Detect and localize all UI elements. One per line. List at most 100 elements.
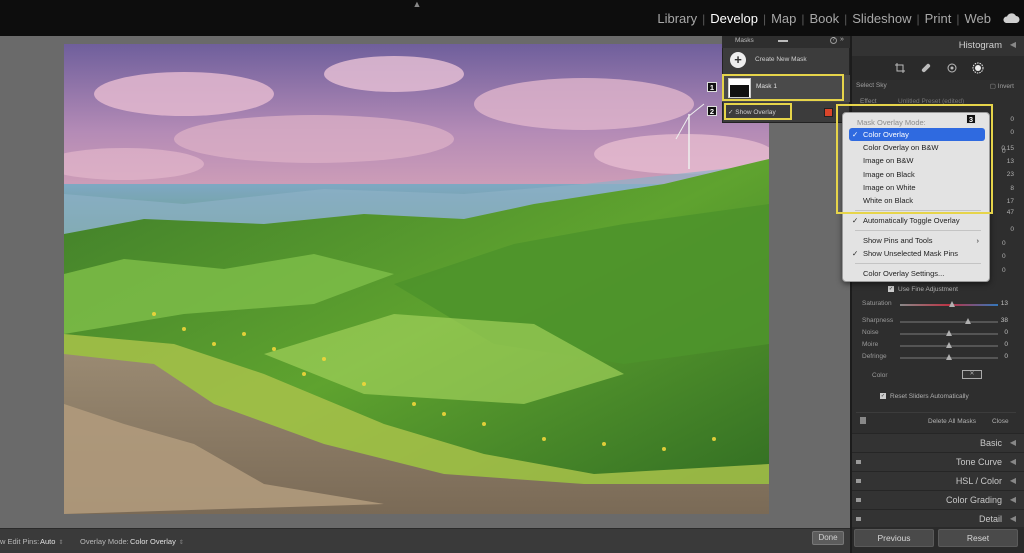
effect-value: 23 <box>1006 171 1014 178</box>
edit-pins-select[interactable]: Auto ⇕ <box>40 537 63 546</box>
invert-label: Invert <box>997 83 1014 90</box>
module-library[interactable]: Library <box>652 11 702 26</box>
effect-value: 0 <box>1010 116 1014 123</box>
checkmark-icon: ✓ <box>852 216 859 225</box>
edit-pins-label: w Edit Pins: <box>0 537 40 546</box>
fine-adjustment-label: Use Fine Adjustment <box>898 286 958 293</box>
menu-item-auto-toggle-overlay[interactable]: ✓ Automatically Toggle Overlay <box>849 214 985 227</box>
histogram-header[interactable]: Histogram ◀ <box>852 36 1024 56</box>
highlight-number: 2 <box>707 106 717 116</box>
slider-row: Defringe 0 <box>862 351 1012 363</box>
reset-sliders-checkbox[interactable]: ✓ Reset Sliders Automatically <box>880 393 969 400</box>
help-icon[interactable]: ? <box>830 37 837 44</box>
module-book[interactable]: Book <box>804 11 844 26</box>
masking-icon[interactable] <box>972 62 984 74</box>
section-basic[interactable]: Basic ◀ <box>852 433 1024 452</box>
effect-value: 8 <box>1010 185 1014 192</box>
slider-label: Defringe <box>862 353 887 360</box>
section-detail[interactable]: Detail ◀ <box>852 509 1024 528</box>
section-toggle-icon[interactable] <box>856 479 861 483</box>
menu-item-show-unselected-pins[interactable]: ✓ Show Unselected Mask Pins <box>849 247 985 260</box>
cloud-sync-icon[interactable] <box>1002 12 1020 24</box>
section-hsl-color[interactable]: HSL / Color ◀ <box>852 471 1024 490</box>
effect-value: 0 <box>1002 240 1006 247</box>
reset-button[interactable]: Reset <box>938 529 1018 547</box>
section-toggle-icon[interactable] <box>856 460 861 464</box>
done-button[interactable]: Done <box>812 531 844 545</box>
create-new-mask-label[interactable]: Create New Mask <box>755 56 807 63</box>
module-develop[interactable]: Develop <box>705 11 763 26</box>
effect-value: 0 <box>1002 267 1006 274</box>
effect-value: 0 <box>1002 253 1006 260</box>
module-print[interactable]: Print <box>920 11 957 26</box>
slider-value[interactable]: 0 <box>1004 353 1008 360</box>
invert-checkbox[interactable]: ▢ Invert <box>990 82 1014 90</box>
landscape-photo[interactable] <box>64 44 769 514</box>
slider-value[interactable]: 38 <box>1001 317 1008 324</box>
menu-item-label: Show Pins and Tools <box>863 236 933 245</box>
close-masks-button[interactable]: Close <box>992 418 1009 425</box>
histogram-title: Histogram <box>958 40 1002 51</box>
highlight-number: 1 <box>707 82 717 92</box>
top-panel-toggle-icon[interactable]: ▲ <box>410 0 424 9</box>
masks-expand-icon[interactable]: » <box>840 36 844 43</box>
slider-thumb[interactable] <box>946 330 952 336</box>
previous-button[interactable]: Previous <box>854 529 934 547</box>
section-color-grading[interactable]: Color Grading ◀ <box>852 490 1024 509</box>
collapse-triangle-icon: ◀ <box>1009 457 1016 466</box>
lightroom-develop-window: ▲ Library | Develop | Map | Book | Slide… <box>0 0 1024 553</box>
section-toggle-icon[interactable] <box>856 517 861 521</box>
module-map[interactable]: Map <box>766 11 801 26</box>
slider-track[interactable] <box>900 321 998 323</box>
slider-thumb[interactable] <box>946 342 952 348</box>
section-toggle-icon[interactable] <box>856 498 861 502</box>
crop-icon[interactable] <box>894 62 906 74</box>
overlay-mode-select[interactable]: Color Overlay ⇕ <box>130 537 184 546</box>
color-picker-swatch[interactable]: ✕ <box>962 370 982 379</box>
slider-label: Saturation <box>862 300 892 307</box>
collapse-triangle-icon: ◀ <box>1009 514 1016 523</box>
slider-thumb[interactable] <box>948 301 955 307</box>
slider-row: Saturation 13 <box>862 298 1012 310</box>
trash-icon[interactable] <box>860 417 866 424</box>
module-web[interactable]: Web <box>960 11 997 26</box>
effect-value: 0 <box>1002 148 1006 155</box>
collapse-triangle-icon[interactable]: ◀ <box>1010 40 1016 49</box>
menu-item-overlay-settings[interactable]: Color Overlay Settings... <box>849 267 985 280</box>
slider-value[interactable]: 0 <box>1004 329 1008 336</box>
effect-value: 13 <box>1006 158 1014 165</box>
slider-value[interactable]: 13 <box>1001 300 1008 307</box>
slider-thumb[interactable] <box>964 318 971 324</box>
section-tone-curve[interactable]: Tone Curve ◀ <box>852 452 1024 471</box>
delete-all-masks-button[interactable]: Delete All Masks <box>928 418 976 425</box>
highlight-box-mask <box>722 74 844 101</box>
overlay-mode-label: Overlay Mode: <box>80 537 129 546</box>
red-eye-icon[interactable] <box>946 62 958 74</box>
slider-row: Sharpness 38 <box>862 315 1012 327</box>
slider-thumb[interactable] <box>946 354 952 360</box>
slider-row: Moire 0 <box>862 339 1012 351</box>
panel-buttons: Previous Reset <box>852 527 1024 553</box>
masks-panel-title: Masks <box>735 37 754 44</box>
stepper-icon: ⇕ <box>58 540 64 546</box>
slider-label: Sharpness <box>862 317 894 324</box>
menu-separator <box>855 230 981 231</box>
select-sky-row: Select Sky ▢ Invert <box>856 82 1016 90</box>
slider-label: Moire <box>862 341 879 348</box>
slider-row: Noise 0 <box>862 327 1012 339</box>
module-slideshow[interactable]: Slideshow <box>847 11 916 26</box>
slider-value[interactable]: 0 <box>1004 341 1008 348</box>
checkbox-icon: ✓ <box>880 393 886 400</box>
collapse-triangle-icon: ◀ <box>1009 495 1016 504</box>
overlay-color-swatch[interactable] <box>824 108 833 117</box>
fine-adjustment-checkbox[interactable]: ✓ Use Fine Adjustment <box>888 286 958 293</box>
color-label: Color <box>872 372 888 379</box>
effect-value: 0 <box>1010 129 1014 136</box>
create-new-mask-button[interactable]: + <box>730 52 746 68</box>
section-title: Basic <box>979 438 1002 448</box>
collapse-triangle-icon: ◀ <box>1009 476 1016 485</box>
effect-value: 17 <box>1006 198 1014 205</box>
healing-icon[interactable] <box>920 62 932 74</box>
masks-collapse-icon[interactable] <box>778 40 788 42</box>
menu-item-show-pins-tools[interactable]: Show Pins and Tools › <box>849 234 985 247</box>
